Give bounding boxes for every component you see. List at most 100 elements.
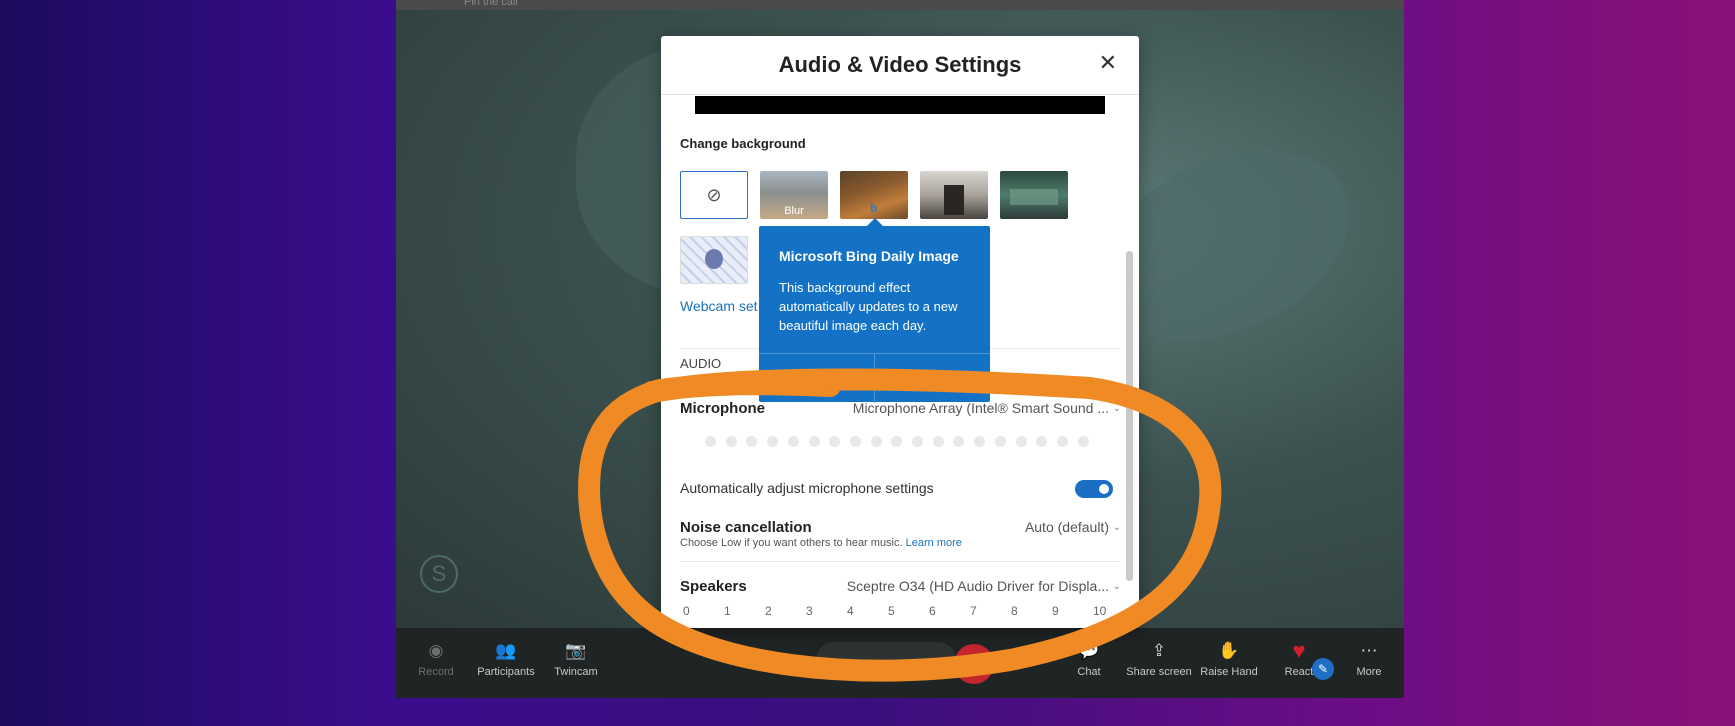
twincam-label: Twincam bbox=[554, 666, 598, 678]
background-office-tile[interactable] bbox=[1000, 171, 1068, 219]
mic-level-dot bbox=[725, 436, 737, 447]
blur-label: Blur bbox=[784, 205, 804, 217]
auto-adjust-toggle[interactable] bbox=[1075, 480, 1113, 498]
background-blur-tile[interactable]: Blur bbox=[760, 171, 828, 219]
more-icon: ⋯ bbox=[1360, 641, 1378, 660]
mic-level-dot bbox=[912, 436, 923, 447]
dialog-header: Audio & Video Settings ✕ bbox=[661, 36, 1139, 95]
top-strip: Pin the call bbox=[396, 0, 1404, 10]
twincam-icon: 📷 bbox=[565, 641, 587, 660]
participants-label: Participants bbox=[477, 666, 535, 678]
raise-hand-icon: ✋ bbox=[1218, 641, 1240, 660]
mic-level-dot bbox=[705, 436, 716, 447]
background-pattern-tile[interactable] bbox=[680, 236, 748, 284]
end-call-button[interactable] bbox=[954, 644, 994, 684]
volume-tick-label: 0 bbox=[683, 604, 690, 618]
webcam-settings-link[interactable]: Webcam set bbox=[680, 298, 758, 314]
chevron-down-icon[interactable]: ⌄ bbox=[1113, 522, 1121, 533]
dismiss-button[interactable]: Dismiss bbox=[759, 368, 874, 383]
twincam-button[interactable]: 📷 Twincam bbox=[536, 636, 616, 678]
participants-icon: 👥 bbox=[495, 641, 517, 660]
mic-level-dot bbox=[974, 436, 986, 447]
change-background-label: Change background bbox=[680, 136, 806, 151]
bing-daily-image-tooltip: Microsoft Bing Daily Image This backgrou… bbox=[759, 218, 990, 403]
volume-tick-label: 5 bbox=[888, 604, 895, 618]
volume-tick-label: 9 bbox=[1052, 604, 1059, 618]
mute-controls[interactable] bbox=[816, 642, 956, 678]
volume-tick-label: 1 bbox=[724, 604, 731, 618]
divider bbox=[680, 561, 1120, 562]
noise-cancellation-label: Noise cancellation bbox=[680, 519, 812, 536]
chat-icon: 💬 bbox=[1078, 641, 1100, 660]
close-icon[interactable]: ✕ bbox=[1099, 50, 1117, 76]
background-bing-tile[interactable]: b bbox=[840, 171, 908, 219]
dialog-title: Audio & Video Settings bbox=[778, 52, 1022, 77]
speakers-select[interactable]: Sceptre O34 (HD Audio Driver for Displa.… bbox=[847, 578, 1109, 594]
more-button[interactable]: ⋯ More bbox=[1329, 636, 1404, 678]
noise-cancellation-select[interactable]: Auto (default) bbox=[1025, 519, 1109, 535]
mic-level-dot bbox=[787, 436, 799, 447]
turn-on-button[interactable]: Turn on bbox=[875, 368, 990, 383]
mic-level-dot bbox=[1015, 436, 1027, 447]
share-screen-icon: ⇪ bbox=[1151, 641, 1167, 660]
share-screen-label: Share screen bbox=[1126, 666, 1192, 678]
learn-more-link[interactable]: Learn more bbox=[906, 537, 962, 549]
background-none-tile[interactable]: ⊘ bbox=[680, 171, 748, 219]
more-label: More bbox=[1356, 666, 1382, 678]
video-preview bbox=[695, 96, 1105, 114]
mic-level-dot bbox=[1056, 436, 1068, 447]
call-toolbar: ◉ Record 👥 Participants 📷 Twincam 💬 Chat… bbox=[396, 628, 1404, 698]
microphone-label: Microphone bbox=[680, 400, 765, 417]
doorway-shape bbox=[944, 185, 964, 215]
chat-label: Chat bbox=[1077, 666, 1101, 678]
record-label: Record bbox=[418, 666, 454, 678]
record-icon: ◉ bbox=[428, 641, 444, 660]
mic-level-dot bbox=[767, 436, 779, 447]
pattern-shape bbox=[705, 249, 723, 269]
raise-hand-label: Raise Hand bbox=[1200, 666, 1258, 678]
tooltip-actions: Dismiss Turn on bbox=[759, 353, 990, 403]
record-button[interactable]: ◉ Record bbox=[396, 636, 476, 678]
tooltip-title: Microsoft Bing Daily Image bbox=[779, 248, 959, 264]
mic-level-dot bbox=[870, 436, 882, 447]
audio-section-header: AUDIO bbox=[680, 356, 722, 371]
mic-level-dot bbox=[994, 436, 1006, 447]
office-shape bbox=[1010, 189, 1058, 205]
microphone-level-meter bbox=[705, 436, 1105, 448]
mic-level-dot bbox=[829, 436, 841, 447]
scrollbar[interactable] bbox=[1126, 251, 1133, 581]
speaker-volume-scale[interactable]: 0 1 2 3 4 5 6 7 8 9 10 bbox=[683, 604, 1121, 618]
share-screen-button[interactable]: ⇪ Share screen bbox=[1119, 636, 1199, 678]
react-label: React bbox=[1284, 666, 1314, 678]
no-background-icon: ⊘ bbox=[706, 185, 722, 205]
mic-level-dot bbox=[849, 436, 861, 447]
chat-button[interactable]: 💬 Chat bbox=[1049, 636, 1129, 678]
tooltip-body: This background effect automatically upd… bbox=[779, 280, 958, 333]
volume-tick-label: 6 bbox=[929, 604, 936, 618]
auto-adjust-label: Automatically adjust microphone settings bbox=[680, 480, 934, 496]
mic-level-dot bbox=[746, 436, 758, 447]
skype-logo-icon: S bbox=[420, 555, 458, 593]
participants-button[interactable]: 👥 Participants bbox=[466, 636, 546, 678]
noise-cancellation-hint: Choose Low if you want others to hear mu… bbox=[680, 537, 962, 549]
mic-level-dot bbox=[808, 436, 820, 447]
volume-tick-label: 10 bbox=[1093, 604, 1107, 618]
bing-icon: b bbox=[870, 201, 878, 215]
mic-level-dot bbox=[932, 436, 944, 447]
volume-tick-label: 3 bbox=[806, 604, 813, 618]
chevron-down-icon[interactable]: ⌄ bbox=[1113, 403, 1121, 414]
mic-level-dot bbox=[891, 436, 903, 447]
mic-level-dot bbox=[953, 436, 965, 447]
mic-level-dot bbox=[1077, 436, 1089, 447]
top-strip-text: Pin the call bbox=[464, 0, 518, 8]
background-room-tile[interactable] bbox=[920, 171, 988, 219]
volume-tick-label: 2 bbox=[765, 604, 772, 618]
speakers-label: Speakers bbox=[680, 578, 747, 595]
volume-tick-label: 7 bbox=[970, 604, 977, 618]
mic-level-dot bbox=[1036, 436, 1048, 447]
noise-hint-text: Choose Low if you want others to hear mu… bbox=[680, 537, 903, 549]
raise-hand-button[interactable]: ✋ Raise Hand bbox=[1189, 636, 1269, 678]
volume-tick-label: 4 bbox=[847, 604, 854, 618]
chevron-down-icon[interactable]: ⌄ bbox=[1113, 581, 1121, 592]
volume-tick-label: 8 bbox=[1011, 604, 1018, 618]
